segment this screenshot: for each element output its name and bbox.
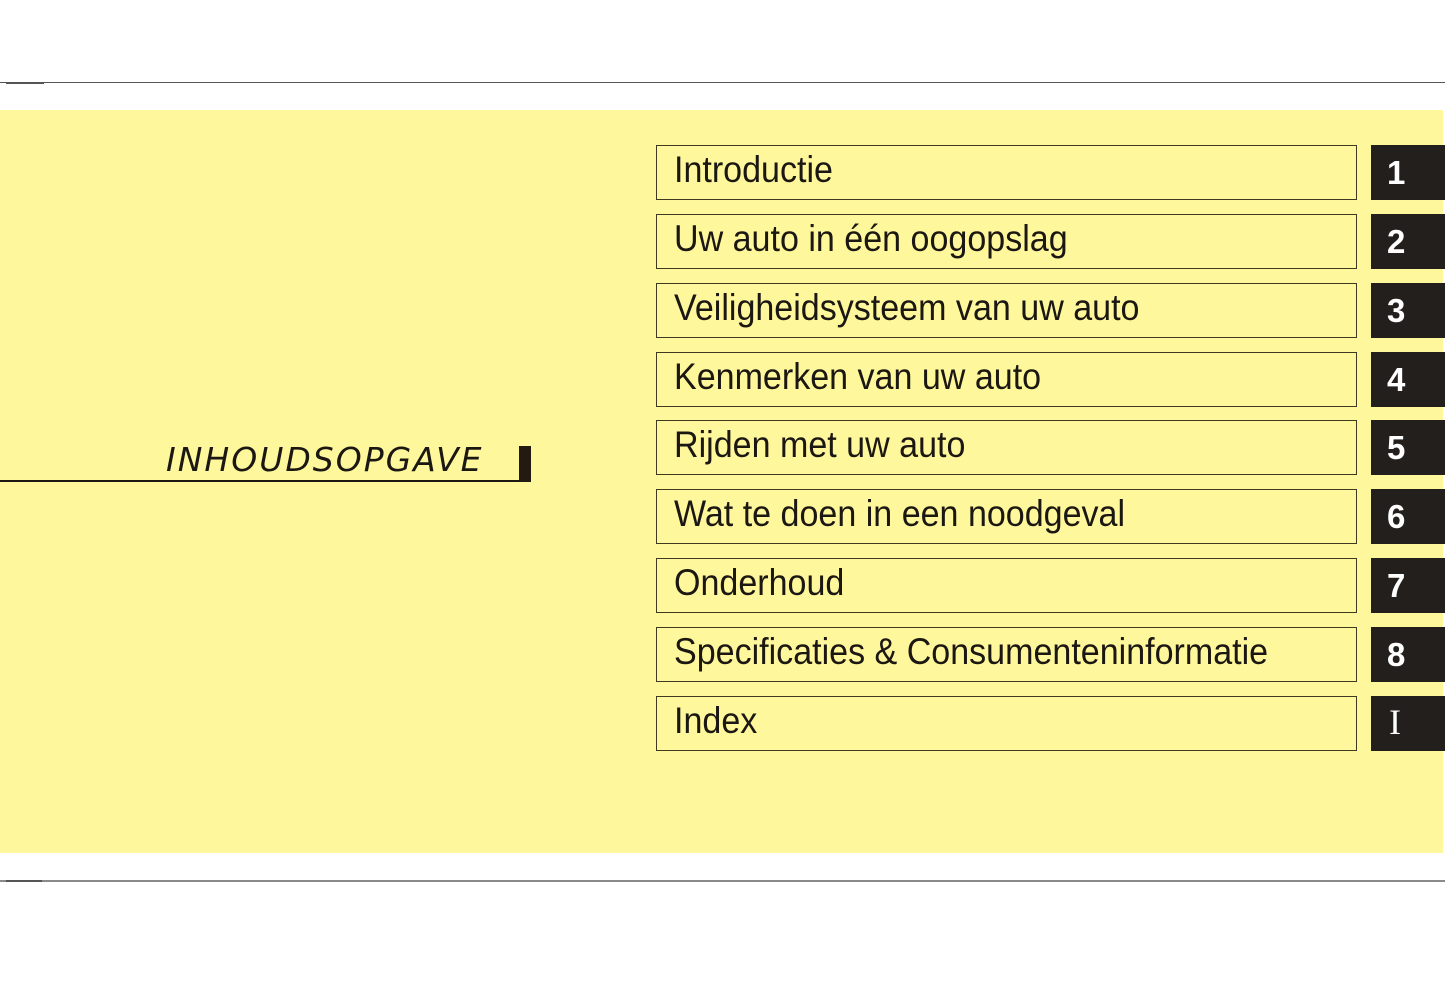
toc-item-veiligheidsysteem[interactable]: Veiligheidsysteem van uw auto 3 — [656, 283, 1445, 338]
toc-item-noodgeval[interactable]: Wat te doen in een noodgeval 6 — [656, 489, 1445, 544]
chapter-number: 5 — [1387, 429, 1406, 466]
toc-item-onderhoud[interactable]: Onderhoud 7 — [656, 558, 1445, 613]
chapter-tab[interactable]: I — [1371, 696, 1445, 751]
toc-item-index[interactable]: Index I — [656, 696, 1445, 751]
chapter-tab[interactable]: 4 — [1371, 352, 1445, 407]
toc-item-label: Onderhoud — [674, 562, 845, 603]
chapter-number: 8 — [1387, 636, 1406, 673]
toc-item-specificaties[interactable]: Specificaties & Consumenteninformatie 8 — [656, 627, 1445, 682]
toc-item-introductie[interactable]: Introductie 1 — [656, 145, 1445, 200]
toc-item-label: Uw auto in één oogopslag — [674, 218, 1068, 259]
chapter-number: 6 — [1387, 498, 1406, 535]
chapter-number: 1 — [1387, 154, 1406, 191]
toc-item-box — [656, 696, 1357, 751]
toc-item-label: Kenmerken van uw auto — [674, 356, 1042, 397]
title-marker-bar — [519, 446, 531, 482]
top-rule-accent — [6, 82, 44, 84]
toc-item-kenmerken[interactable]: Kenmerken van uw auto 4 — [656, 352, 1445, 407]
toc-item-label: Rijden met uw auto — [674, 424, 966, 465]
toc-item-label: Index — [674, 700, 758, 741]
chapter-tab[interactable]: 8 — [1371, 627, 1445, 682]
chapter-tab[interactable]: 6 — [1371, 489, 1445, 544]
chapter-tab[interactable]: 7 — [1371, 558, 1445, 613]
chapter-tab[interactable]: 3 — [1371, 283, 1445, 338]
chapter-tab[interactable]: 2 — [1371, 214, 1445, 269]
toc-item-label: Veiligheidsysteem van uw auto — [674, 287, 1140, 328]
bottom-rule — [0, 880, 1445, 882]
chapter-number: 4 — [1387, 361, 1406, 398]
toc-item-label: Specificaties & Consumenteninformatie — [674, 631, 1269, 672]
chapter-tab[interactable]: 1 — [1371, 145, 1445, 200]
chapter-number: 2 — [1387, 223, 1406, 260]
chapter-tab[interactable]: 5 — [1371, 420, 1445, 475]
chapter-number: 3 — [1387, 292, 1406, 329]
page-title: INHOUDSOPGAVE — [166, 440, 484, 479]
bottom-rule-accent — [6, 880, 42, 882]
toc-item-uw-auto-in-een-oogopslag[interactable]: Uw auto in één oogopslag 2 — [656, 214, 1445, 269]
toc-item-label: Wat te doen in een noodgeval — [674, 493, 1126, 534]
toc-item-label: Introductie — [674, 149, 833, 190]
chapter-number: I — [1389, 702, 1401, 742]
toc-item-rijden[interactable]: Rijden met uw auto 5 — [656, 420, 1445, 475]
chapter-number: 7 — [1387, 567, 1406, 604]
title-underline — [0, 480, 530, 482]
top-rule — [0, 82, 1445, 83]
